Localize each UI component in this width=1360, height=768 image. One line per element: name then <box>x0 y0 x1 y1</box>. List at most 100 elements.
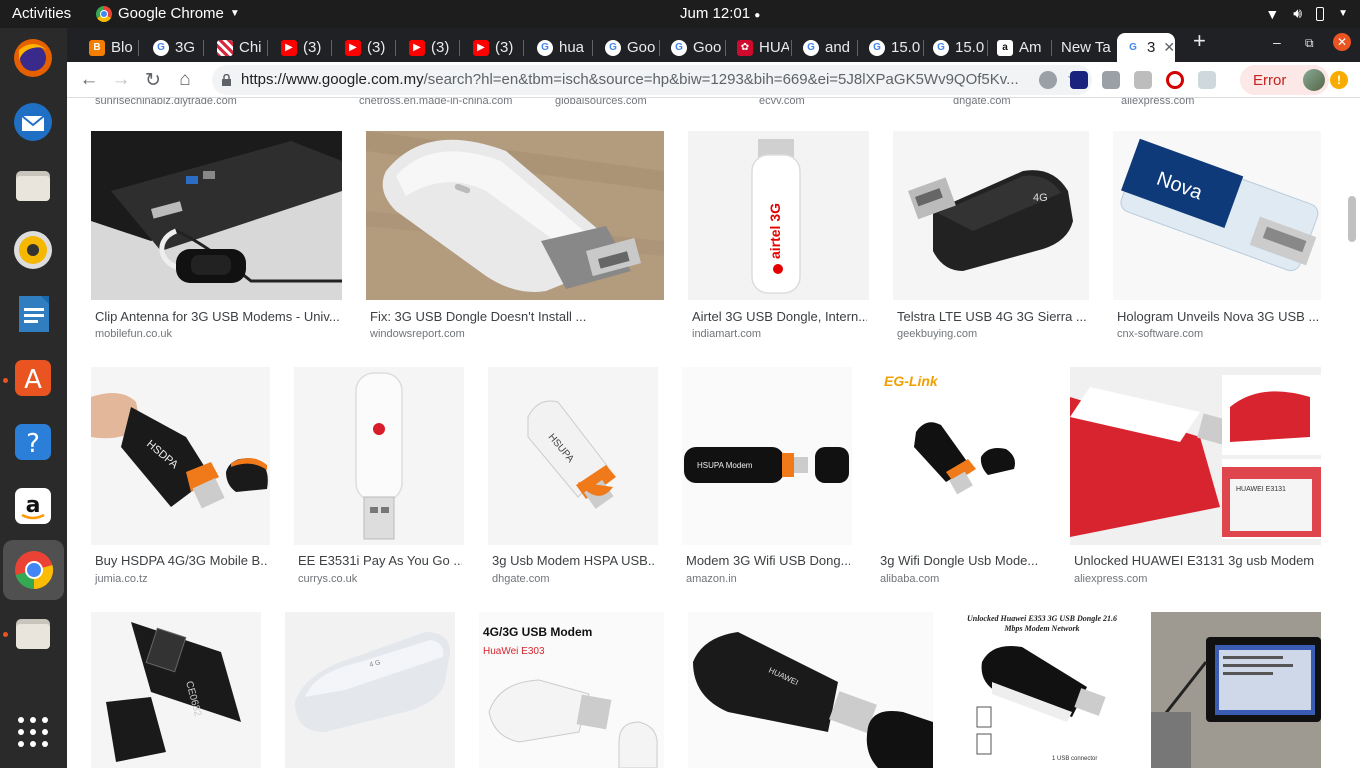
new-tab-button[interactable]: + <box>1193 28 1206 54</box>
app-menu[interactable]: Google Chrome ▼ <box>96 5 240 22</box>
browser-tab[interactable]: ✿ HUA <box>729 33 789 62</box>
result-thumbnail[interactable]: 4G <box>893 131 1089 300</box>
result-source[interactable]: ecvv.com <box>759 98 805 107</box>
browser-tab[interactable]: G Goo <box>663 33 723 62</box>
ubuntu-software-icon[interactable]: A <box>9 354 57 402</box>
result-thumbnail[interactable] <box>91 131 342 300</box>
browser-tab[interactable]: G 15.0 <box>861 33 921 62</box>
rhythmbox-icon[interactable] <box>9 226 57 274</box>
result-thumbnail[interactable]: 4 G <box>285 612 455 768</box>
result-caption[interactable]: 3g Wifi Dongle Usb Mode... <box>880 553 1044 568</box>
result-caption[interactable]: Buy HSDPA 4G/3G Mobile B... <box>95 553 268 568</box>
extension-globe-icon[interactable] <box>1039 71 1057 89</box>
browser-tab[interactable]: Chi <box>209 33 265 62</box>
firefox-icon[interactable] <box>9 34 57 82</box>
result-source[interactable]: aliexpress.com <box>1121 98 1194 107</box>
result-thumbnail[interactable] <box>1151 612 1321 768</box>
browser-tab[interactable]: G hua <box>529 33 589 62</box>
result-source[interactable]: indiamart.com <box>692 328 761 340</box>
browser-tab[interactable]: a Am <box>989 33 1051 62</box>
page-scrollbar[interactable] <box>1344 98 1360 768</box>
result-caption[interactable]: Unlocked HUAWEI E3131 3g usb Modem ... <box>1074 553 1319 568</box>
result-source[interactable]: geekbuying.com <box>897 328 977 340</box>
result-caption[interactable]: 3g Usb Modem HSPA USB... <box>492 553 656 568</box>
browser-tab[interactable]: ▶ (3) <box>337 33 393 62</box>
result-thumbnail[interactable] <box>294 367 464 545</box>
result-source[interactable]: currys.co.uk <box>298 573 357 585</box>
warning-icon[interactable]: ! <box>1330 71 1348 89</box>
result-source[interactable]: alibaba.com <box>880 573 939 585</box>
result-caption[interactable]: Hologram Unveils Nova 3G USB ... <box>1117 309 1319 324</box>
tab-label: Blo <box>111 39 133 56</box>
result-source[interactable]: mobilefun.co.uk <box>95 328 172 340</box>
result-source[interactable]: aliexpress.com <box>1074 573 1147 585</box>
clock[interactable]: Jum 12:01 ● <box>680 5 760 22</box>
result-source[interactable]: amazon.in <box>686 573 737 585</box>
result-thumbnail[interactable]: HSUPA <box>488 367 658 545</box>
thunderbird-icon[interactable] <box>9 98 57 146</box>
extension-record-icon[interactable] <box>1166 71 1184 89</box>
extension-chart-icon[interactable] <box>1070 71 1088 89</box>
files-icon[interactable] <box>9 162 57 210</box>
result-source[interactable]: chetross.en.made-in-china.com <box>359 98 512 107</box>
scrollbar-thumb[interactable] <box>1348 196 1356 242</box>
result-source[interactable]: windowsreport.com <box>370 328 465 340</box>
result-thumbnail[interactable]: Unlocked Huawei E353 3G USB Dongle 21.6 … <box>957 612 1127 768</box>
result-source[interactable]: sunrisechinabiz.diytrade.com <box>95 98 237 107</box>
browser-tab[interactable]: ▶ (3) <box>401 33 457 62</box>
show-applications-icon[interactable] <box>9 708 57 756</box>
result-caption[interactable]: Airtel 3G USB Dongle, Intern... <box>692 309 867 324</box>
result-thumbnail[interactable]: HSDPA <box>91 367 270 545</box>
extension-puzzle-icon[interactable] <box>1102 71 1120 89</box>
svg-text:A: A <box>24 365 42 395</box>
amazon-icon[interactable]: a <box>9 482 57 530</box>
close-window-button[interactable]: ✕ <box>1333 33 1351 51</box>
result-thumbnail[interactable]: airtel 3G <box>688 131 869 300</box>
activities-button[interactable]: Activities <box>12 5 71 22</box>
result-thumbnail[interactable]: EG-Link <box>876 367 1046 545</box>
url-path: /search?hl=en&tbm=isch&source=hp&biw=129… <box>423 71 1019 88</box>
browser-tab[interactable]: G and <box>795 33 855 62</box>
browser-tab[interactable]: G Goo <box>597 33 657 62</box>
browser-tab-active[interactable]: G 3 ✕ <box>1117 33 1175 62</box>
browser-tab[interactable]: New Ta <box>1053 33 1115 62</box>
profile-error-button[interactable]: Error <box>1240 65 1329 95</box>
home-button[interactable]: ⌂ <box>173 68 197 92</box>
result-thumbnail[interactable]: CE0682 <box>91 612 261 768</box>
result-source[interactable]: globalsources.com <box>555 98 647 107</box>
result-source[interactable]: jumia.co.tz <box>95 573 148 585</box>
result-source[interactable]: cnx-software.com <box>1117 328 1203 340</box>
result-caption[interactable]: Clip Antenna for 3G USB Modems - Univ... <box>95 309 340 324</box>
chrome-icon[interactable] <box>3 540 64 600</box>
result-source[interactable]: dhgate.com <box>953 98 1010 107</box>
libreoffice-writer-icon[interactable] <box>9 290 57 338</box>
result-caption[interactable]: Modem 3G Wifi USB Dong... <box>686 553 850 568</box>
files-icon[interactable] <box>9 610 57 658</box>
back-button[interactable]: ← <box>77 68 101 92</box>
result-caption[interactable]: Telstra LTE USB 4G 3G Sierra ... <box>897 309 1087 324</box>
browser-tab[interactable]: G 15.0 <box>925 33 985 62</box>
forward-button[interactable]: → <box>109 68 133 92</box>
maximize-button[interactable]: ⧉ <box>1305 36 1314 51</box>
browser-tab[interactable]: G 3G <box>145 33 201 62</box>
result-thumbnail[interactable]: 4G/3G USB Modem HuaWei E303 <box>479 612 664 768</box>
browser-tab[interactable]: ▶ (3) <box>465 33 521 62</box>
result-thumbnail[interactable]: Nova <box>1113 131 1321 300</box>
result-thumbnail[interactable]: HUAWEI E3131 <box>1070 367 1321 545</box>
browser-tab[interactable]: B Blo <box>81 33 137 62</box>
reload-button[interactable]: ↻ <box>141 68 165 92</box>
system-tray[interactable]: ▼ 🔊︎ ▼ <box>1265 5 1348 22</box>
help-icon[interactable]: ? <box>9 418 57 466</box>
address-bar[interactable]: https://www.google.com.my/search?hl=en&t… <box>212 65 1092 95</box>
result-thumbnail[interactable]: HUAWEI <box>688 612 933 768</box>
extension-square-icon[interactable] <box>1134 71 1152 89</box>
result-caption[interactable]: Fix: 3G USB Dongle Doesn't Install ... <box>370 309 662 324</box>
result-caption[interactable]: EE E3531i Pay As You Go ... <box>298 553 462 568</box>
minimize-button[interactable]: – <box>1273 34 1281 50</box>
close-tab-icon[interactable]: ✕ <box>1163 39 1175 56</box>
browser-tab[interactable]: ▶ (3) <box>273 33 329 62</box>
result-thumbnail[interactable] <box>366 131 664 300</box>
extension-bird-icon[interactable] <box>1198 71 1216 89</box>
result-source[interactable]: dhgate.com <box>492 573 549 585</box>
result-thumbnail[interactable]: HSUPA Modem <box>682 367 852 545</box>
